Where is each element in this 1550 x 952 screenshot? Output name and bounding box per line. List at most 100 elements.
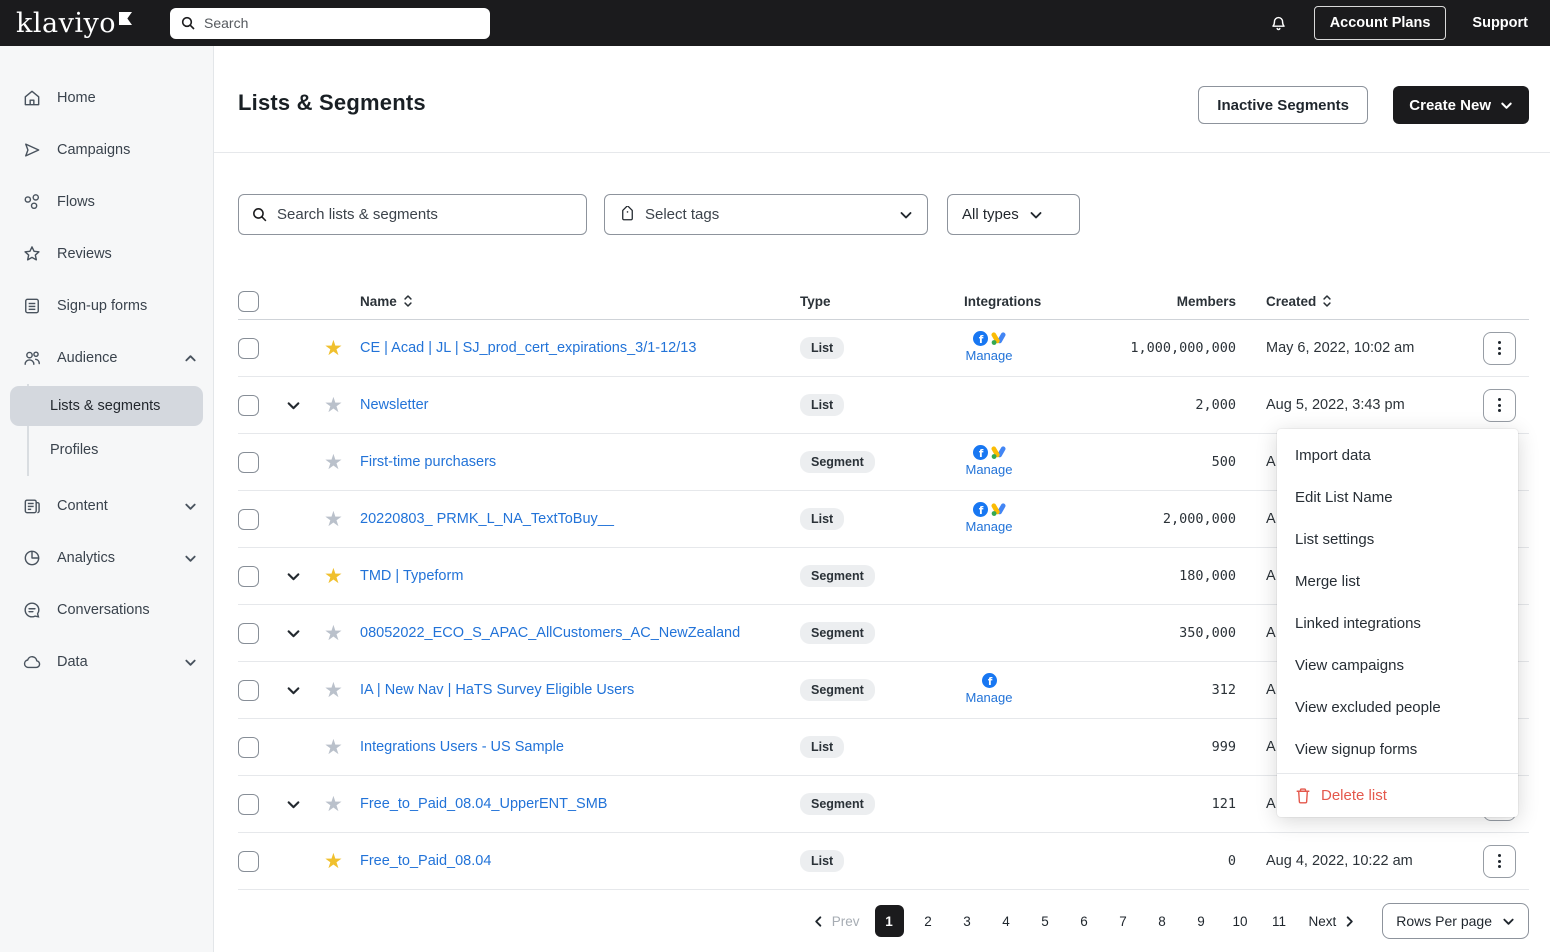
list-name-link[interactable]: IA | New Nav | HaTS Survey Eligible User… — [360, 682, 800, 698]
list-search[interactable] — [238, 194, 587, 235]
menu-item-delete-list[interactable]: Delete list — [1277, 773, 1518, 817]
page-number-button[interactable]: 1 — [875, 905, 904, 937]
sidebar-item-content[interactable]: Content — [0, 480, 213, 532]
facebook-icon: f — [973, 445, 988, 460]
row-checkbox[interactable] — [238, 395, 259, 416]
sidebar-item-analytics[interactable]: Analytics — [0, 532, 213, 584]
trash-icon — [1295, 787, 1311, 804]
manage-link[interactable]: Manage — [966, 462, 1013, 477]
favorite-star-icon[interactable]: ★ — [324, 509, 360, 530]
menu-item-view-campaigns[interactable]: View campaigns — [1277, 644, 1518, 686]
row-checkbox[interactable] — [238, 737, 259, 758]
manage-link[interactable]: Manage — [966, 519, 1013, 534]
account-plans-button[interactable]: Account Plans — [1314, 6, 1447, 40]
menu-item-merge-list[interactable]: Merge list — [1277, 560, 1518, 602]
page-number-button[interactable]: 9 — [1187, 905, 1216, 937]
sort-icon — [1322, 294, 1332, 308]
row-checkbox[interactable] — [238, 338, 259, 359]
expand-chevron-icon[interactable] — [286, 398, 324, 413]
row-checkbox[interactable] — [238, 509, 259, 530]
column-header-name[interactable]: Name — [360, 294, 800, 309]
sidebar-item-profiles[interactable]: Profiles — [10, 430, 203, 470]
page-number-button[interactable]: 6 — [1070, 905, 1099, 937]
expand-chevron-icon[interactable] — [286, 626, 324, 641]
sidebar-item-home[interactable]: Home — [0, 72, 213, 124]
menu-item-edit-list-name[interactable]: Edit List Name — [1277, 476, 1518, 518]
sidebar-item-lists-segments[interactable]: Lists & segments — [10, 386, 203, 426]
favorite-star-icon[interactable]: ★ — [324, 338, 360, 359]
row-checkbox[interactable] — [238, 566, 259, 587]
row-actions-kebab-button[interactable] — [1483, 389, 1516, 422]
favorite-star-icon[interactable]: ★ — [324, 452, 360, 473]
row-actions-kebab-button[interactable] — [1483, 332, 1516, 365]
inactive-segments-button[interactable]: Inactive Segments — [1198, 86, 1368, 124]
google-ads-icon — [991, 331, 1006, 346]
global-search-input[interactable] — [204, 15, 480, 31]
manage-link[interactable]: Manage — [966, 690, 1013, 705]
row-checkbox[interactable] — [238, 680, 259, 701]
row-checkbox[interactable] — [238, 452, 259, 473]
list-search-input[interactable] — [277, 206, 574, 223]
page-number-button[interactable]: 5 — [1031, 905, 1060, 937]
list-name-link[interactable]: Free_to_Paid_08.04_UpperENT_SMB — [360, 796, 800, 812]
menu-item-list-settings[interactable]: List settings — [1277, 518, 1518, 560]
list-name-link[interactable]: Integrations Users - US Sample — [360, 739, 800, 755]
page-number-button[interactable]: 8 — [1148, 905, 1177, 937]
page-number-button[interactable]: 3 — [953, 905, 982, 937]
page-number-button[interactable]: 7 — [1109, 905, 1138, 937]
expand-chevron-icon[interactable] — [286, 797, 324, 812]
notifications-bell-icon[interactable] — [1269, 13, 1288, 33]
row-checkbox[interactable] — [238, 851, 259, 872]
list-name-link[interactable]: Free_to_Paid_08.04 — [360, 853, 800, 869]
list-name-link[interactable]: TMD | Typeform — [360, 568, 800, 584]
menu-item-linked-integrations[interactable]: Linked integrations — [1277, 602, 1518, 644]
select-all-checkbox[interactable] — [238, 291, 259, 312]
support-link[interactable]: Support — [1472, 15, 1528, 31]
sidebar-item-data[interactable]: Data — [0, 636, 213, 688]
expand-chevron-icon[interactable] — [286, 569, 324, 584]
rows-per-page-dropdown[interactable]: Rows Per page — [1382, 903, 1529, 939]
type-filter-dropdown[interactable]: All types — [947, 194, 1080, 235]
page-number-button[interactable]: 10 — [1226, 905, 1255, 937]
create-new-button[interactable]: Create New — [1393, 86, 1529, 124]
klaviyo-logo[interactable]: klaviyo — [16, 10, 132, 37]
row-checkbox[interactable] — [238, 623, 259, 644]
column-header-created[interactable]: Created — [1236, 294, 1469, 309]
favorite-star-icon[interactable]: ★ — [324, 566, 360, 587]
favorite-star-icon[interactable]: ★ — [324, 395, 360, 416]
list-name-link[interactable]: First-time purchasers — [360, 454, 800, 470]
next-page-button[interactable]: Next — [1309, 914, 1357, 929]
list-name-link[interactable]: 20220803_ PRMK_L_NA_TextToBuy__ — [360, 511, 800, 527]
facebook-icon: f — [982, 673, 997, 688]
svg-text:f: f — [978, 448, 983, 460]
prev-page-button[interactable]: Prev — [812, 914, 860, 929]
manage-link[interactable]: Manage — [966, 348, 1013, 363]
sidebar-item-reviews[interactable]: Reviews — [0, 228, 213, 280]
select-tags-dropdown[interactable]: Select tags — [604, 194, 928, 235]
menu-item-view-excluded-people[interactable]: View excluded people — [1277, 686, 1518, 728]
menu-item-import-data[interactable]: Import data — [1277, 434, 1518, 476]
row-checkbox[interactable] — [238, 794, 259, 815]
favorite-star-icon[interactable]: ★ — [324, 623, 360, 644]
chevron-down-icon — [899, 208, 913, 222]
global-search[interactable] — [170, 8, 490, 39]
favorite-star-icon[interactable]: ★ — [324, 851, 360, 872]
row-actions-kebab-button[interactable] — [1483, 845, 1516, 878]
expand-chevron-icon[interactable] — [286, 683, 324, 698]
sidebar-item-flows[interactable]: Flows — [0, 176, 213, 228]
menu-item-view-signup-forms[interactable]: View signup forms — [1277, 728, 1518, 770]
list-name-link[interactable]: Newsletter — [360, 397, 800, 413]
favorite-star-icon[interactable]: ★ — [324, 680, 360, 701]
sidebar-item-conversations[interactable]: Conversations — [0, 584, 213, 636]
sidebar-item-campaigns[interactable]: Campaigns — [0, 124, 213, 176]
sidebar-item-signup-forms[interactable]: Sign-up forms — [0, 280, 213, 332]
list-name-link[interactable]: 08052022_ECO_S_APAC_AllCustomers_AC_NewZ… — [360, 625, 800, 641]
list-name-link[interactable]: CE | Acad | JL | SJ_prod_cert_expiration… — [360, 340, 800, 356]
page-number-button[interactable]: 4 — [992, 905, 1021, 937]
table-row: ★ Newsletter List 2,000 Aug 5, 2022, 3:4… — [238, 377, 1529, 434]
favorite-star-icon[interactable]: ★ — [324, 794, 360, 815]
page-number-button[interactable]: 11 — [1265, 905, 1294, 937]
page-number-button[interactable]: 2 — [914, 905, 943, 937]
sidebar-item-audience[interactable]: Audience — [0, 332, 213, 384]
favorite-star-icon[interactable]: ★ — [324, 737, 360, 758]
